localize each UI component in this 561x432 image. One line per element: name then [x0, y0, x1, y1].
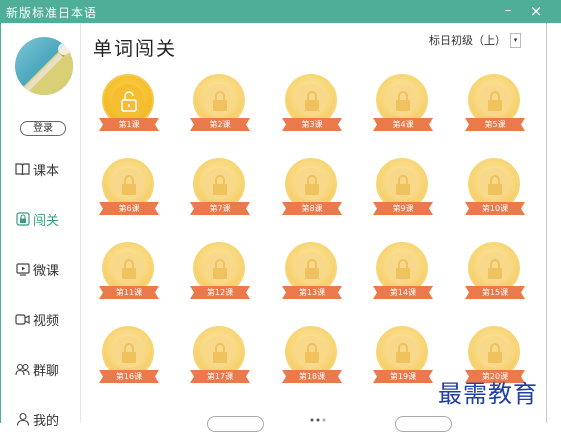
lesson-item[interactable]: 第7课 [190, 158, 250, 220]
play-screen-icon [15, 262, 30, 277]
level-select[interactable]: 标日初级（上） ▾ [429, 32, 521, 48]
sidebar-item-textbook[interactable]: 课本 [15, 158, 59, 180]
title-bar: 新版标准日本语 – × [0, 0, 561, 23]
sidebar-item-label: 我的 [33, 413, 60, 429]
sidebar-item-video[interactable]: 视频 [15, 308, 59, 330]
lesson-label: 第6课 [118, 204, 140, 213]
page-title: 单词闯关 [93, 38, 178, 60]
lesson-label: 第18课 [298, 372, 326, 381]
lesson-item[interactable]: 第19课 [373, 326, 433, 388]
login-button[interactable]: 登录 [20, 121, 66, 136]
lesson-label: 第7课 [209, 204, 231, 213]
previous-page-button[interactable] [207, 416, 264, 432]
lesson-item[interactable]: 第8课 [282, 158, 342, 220]
next-page-button[interactable] [395, 416, 452, 432]
lesson-item[interactable]: 第9课 [373, 158, 433, 220]
app-title: 新版标准日本语 [6, 6, 98, 20]
lesson-label: 第16课 [115, 372, 143, 381]
sidebar-item-group-chat[interactable]: 群聊 [15, 358, 59, 380]
lesson-label: 第10课 [481, 204, 509, 213]
window-border-right [546, 23, 547, 423]
lesson-item[interactable]: 第4课 [373, 74, 433, 136]
lesson-label: 第3课 [301, 120, 323, 129]
lesson-item[interactable]: 第16课 [99, 326, 159, 388]
lesson-item[interactable]: 第10课 [465, 158, 525, 220]
lesson-item[interactable]: 第1课 [99, 74, 159, 136]
sidebar-item-label: 闯关 [33, 213, 60, 229]
lesson-item[interactable]: 第6课 [99, 158, 159, 220]
lesson-label: 第9课 [392, 204, 414, 213]
lesson-label: 第19课 [389, 372, 417, 381]
lesson-label: 第8课 [301, 204, 323, 213]
sidebar-item-label: 群聊 [33, 363, 60, 379]
lesson-label: 第11课 [115, 288, 143, 297]
avatar-pen-icon [15, 37, 73, 95]
sidebar-item-profile[interactable]: 我的 [15, 408, 59, 430]
lesson-item[interactable]: 第12课 [190, 242, 250, 304]
sidebar-item-label: 视频 [33, 313, 60, 329]
lesson-label: 第2课 [209, 120, 231, 129]
sidebar-item-label: 微课 [33, 263, 60, 279]
lesson-label: 第12课 [206, 288, 234, 297]
level-select-value: 标日初级（上） [429, 34, 506, 47]
lesson-label: 第5课 [484, 120, 506, 129]
lesson-item[interactable]: 第3课 [282, 74, 342, 136]
lesson-label: 第13课 [298, 288, 326, 297]
sidebar-item-microclass[interactable]: 微课 [15, 258, 59, 280]
lesson-item[interactable]: 第18课 [282, 326, 342, 388]
lesson-label: 第4课 [392, 120, 414, 129]
lesson-label: 第15课 [481, 288, 509, 297]
minimize-button[interactable]: – [498, 2, 518, 20]
lesson-label: 第14课 [389, 288, 417, 297]
lesson-item[interactable]: 第15课 [465, 242, 525, 304]
video-camera-icon [15, 312, 30, 327]
lesson-item[interactable]: 第14课 [373, 242, 433, 304]
lesson-item[interactable]: 第5课 [465, 74, 525, 136]
sidebar-divider [80, 23, 81, 423]
lesson-item[interactable]: 第11课 [99, 242, 159, 304]
lesson-label: 第17课 [206, 372, 234, 381]
lesson-item[interactable]: 第17课 [190, 326, 250, 388]
book-icon [15, 162, 30, 177]
lock-icon [15, 212, 30, 227]
watermark-text: 最需教育 [438, 380, 538, 408]
group-chat-icon [15, 362, 30, 377]
sidebar-item-label: 课本 [33, 163, 60, 179]
page-indicator-dots [310, 418, 326, 422]
chevron-down-icon: ▾ [510, 32, 521, 48]
user-icon [15, 412, 30, 427]
avatar[interactable] [15, 37, 73, 95]
lesson-item[interactable]: 第2课 [190, 74, 250, 136]
close-button[interactable]: × [526, 2, 546, 20]
lesson-label: 第1课 [118, 120, 140, 129]
sidebar-item-challenge[interactable]: 闯关 [15, 208, 59, 230]
lesson-item[interactable]: 第13课 [282, 242, 342, 304]
window-border-left [0, 23, 1, 423]
